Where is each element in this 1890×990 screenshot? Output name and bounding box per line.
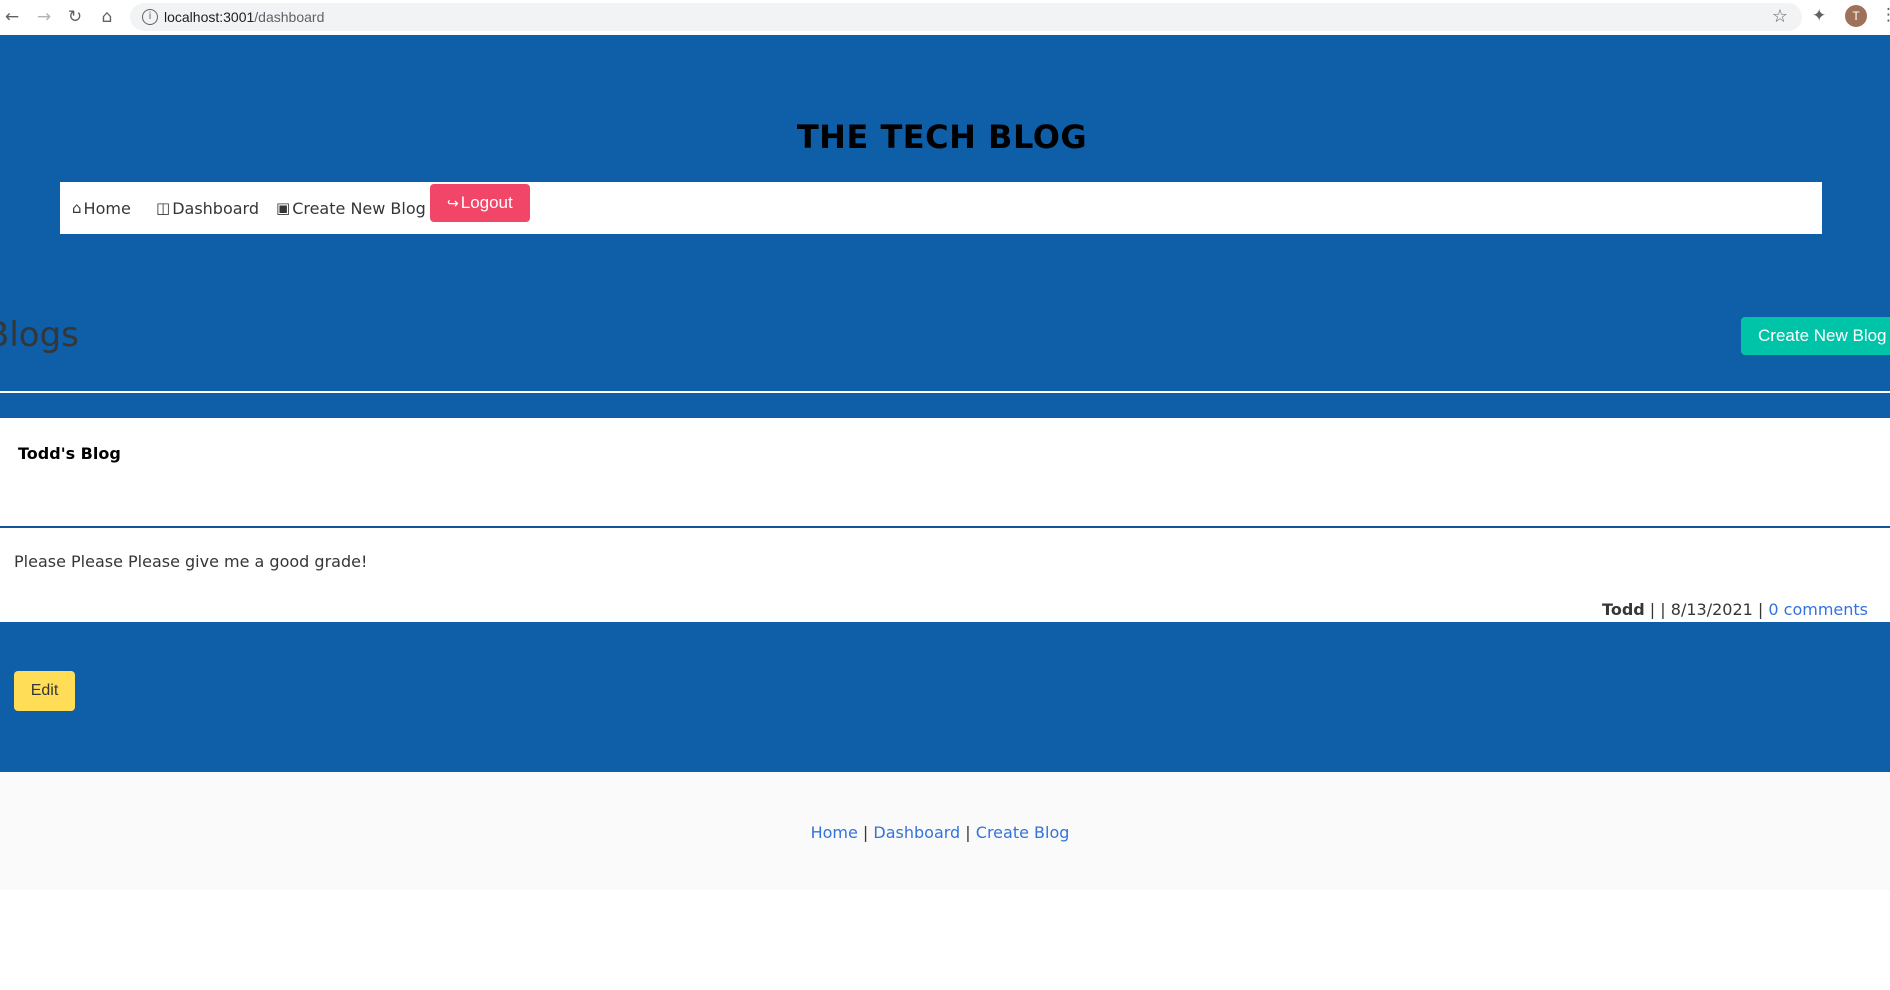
footer-separator: | xyxy=(960,823,976,842)
blog-card-header: Todd's Blog xyxy=(0,418,1890,526)
footer-home-link[interactable]: Home xyxy=(811,823,858,842)
url-text[interactable]: localhost:3001/dashboard xyxy=(164,9,324,25)
blog-content: Please Please Please give me a good grad… xyxy=(14,552,368,571)
browser-menu-icon[interactable]: ⋮ xyxy=(1880,5,1890,25)
url-host: localhost:3001 xyxy=(164,9,255,25)
sign-out-icon: ↪ xyxy=(447,194,459,211)
footer: Home | Dashboard | Create Blog xyxy=(0,772,1890,890)
meta-separator: | | xyxy=(1644,600,1671,619)
blog-title: Todd's Blog xyxy=(18,444,121,463)
extensions-puzzle-icon[interactable]: ✦ xyxy=(1812,6,1826,26)
blog-card-body: Please Please Please give me a good grad… xyxy=(0,528,1890,622)
blog-date: 8/13/2021 xyxy=(1670,600,1753,619)
home-icon: ⌂ xyxy=(72,199,82,217)
page-heading: Blogs xyxy=(0,315,79,355)
blog-author: Todd xyxy=(1602,600,1645,619)
forward-arrow-icon[interactable]: → xyxy=(33,6,55,28)
comments-icon: ▣ xyxy=(276,199,291,217)
footer-links: Home | Dashboard | Create Blog xyxy=(0,823,1880,842)
nav-dashboard-link[interactable]: ◫ Dashboard xyxy=(156,196,259,220)
back-arrow-icon[interactable]: ← xyxy=(1,6,23,28)
comments-link[interactable]: 0 comments xyxy=(1768,600,1868,619)
address-bar[interactable]: i localhost:3001/dashboard ☆ xyxy=(130,3,1802,31)
columns-icon: ◫ xyxy=(156,199,171,217)
navbar: ⌂ Home ◫ Dashboard ▣ Create New Blog ↪ L… xyxy=(60,182,1822,234)
site-title: THE TECH BLOG xyxy=(796,118,1088,156)
url-path: /dashboard xyxy=(254,9,325,25)
home-icon[interactable]: ⌂ xyxy=(96,6,118,28)
logout-button[interactable]: ↪ Logout xyxy=(430,184,530,222)
reload-icon[interactable]: ↻ xyxy=(64,6,86,28)
nav-home-label: Home xyxy=(83,198,131,218)
info-icon[interactable]: i xyxy=(142,9,158,25)
logout-label: Logout xyxy=(460,193,513,212)
bookmark-star-icon[interactable]: ☆ xyxy=(1772,6,1788,27)
browser-toolbar: ← → ↻ ⌂ i localhost:3001/dashboard ☆ ✦ T… xyxy=(0,0,1890,36)
meta-separator: | xyxy=(1752,600,1769,619)
footer-separator: | xyxy=(857,823,874,842)
nav-create-link[interactable]: ▣ Create New Blog xyxy=(276,196,426,220)
nav-dashboard-label: Dashboard xyxy=(172,198,259,218)
nav-create-label: Create New Blog xyxy=(292,198,426,218)
edit-button[interactable]: Edit xyxy=(14,671,75,711)
footer-create-link[interactable]: Create Blog xyxy=(976,823,1070,842)
footer-dashboard-link[interactable]: Dashboard xyxy=(873,823,960,842)
divider xyxy=(0,391,1890,393)
create-new-blog-button[interactable]: Create New Blog xyxy=(1741,317,1890,355)
profile-avatar[interactable]: T xyxy=(1845,5,1867,27)
blog-meta: Todd | | 8/13/2021 | 0 comments xyxy=(1602,600,1868,619)
nav-home-link[interactable]: ⌂ Home xyxy=(72,196,131,220)
